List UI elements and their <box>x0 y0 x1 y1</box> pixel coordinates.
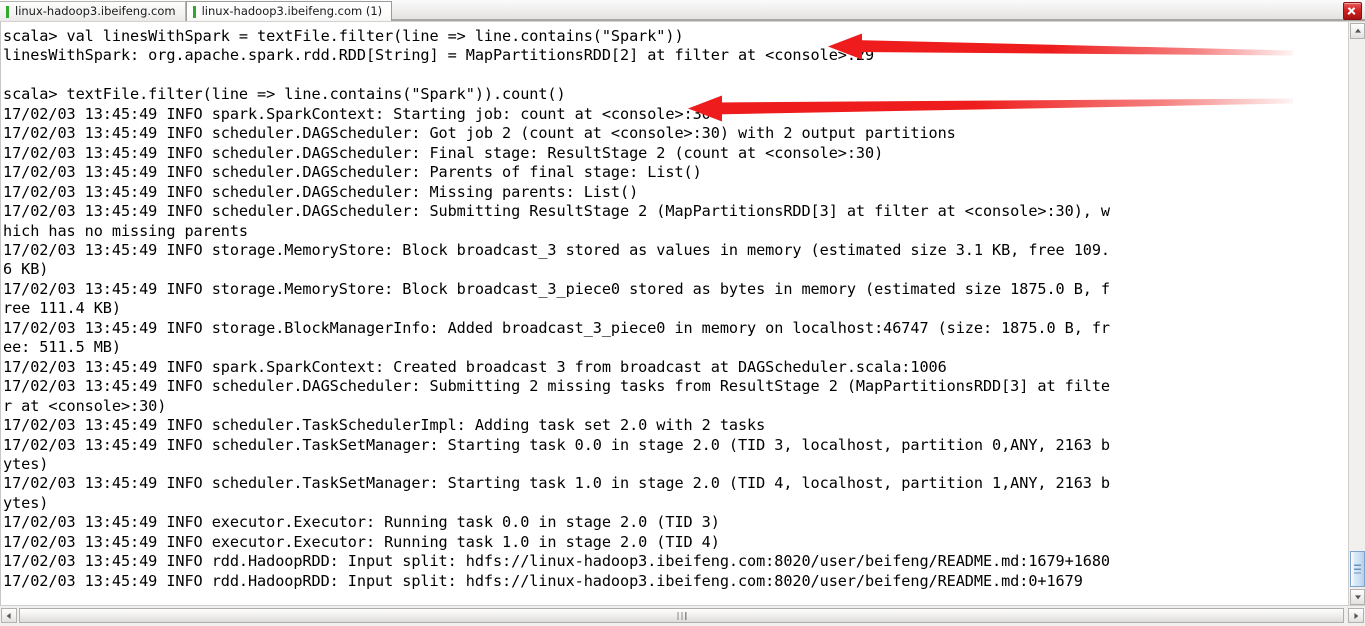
scroll-up-button[interactable] <box>1350 23 1365 39</box>
terminal-output-area[interactable]: scala> val linesWithSpark = textFile.fil… <box>0 22 1348 605</box>
chevron-left-icon <box>6 612 11 619</box>
tab-status-indicator-icon <box>6 5 9 18</box>
vertical-scrollbar-thumb[interactable] <box>1350 551 1365 587</box>
tab-label: linux-hadoop3.ibeifeng.com <box>15 3 176 18</box>
terminal-application-window: linux-hadoop3.ibeifeng.com linux-hadoop3… <box>0 0 1365 626</box>
chevron-down-icon <box>1354 595 1361 600</box>
tab-bar: linux-hadoop3.ibeifeng.com linux-hadoop3… <box>0 0 1365 21</box>
horizontal-scrollbar-thumb[interactable] <box>19 608 1344 623</box>
tab-label: linux-hadoop3.ibeifeng.com (1) <box>201 3 383 18</box>
terminal-left-border <box>0 22 1 605</box>
scrollbar-grip-icon <box>677 611 686 620</box>
scroll-down-button[interactable] <box>1350 589 1365 605</box>
horizontal-scrollbar[interactable] <box>0 605 1365 626</box>
tab-status-indicator-icon <box>192 5 196 18</box>
terminal-output-text: scala> val linesWithSpark = textFile.fil… <box>3 27 1110 590</box>
scrollbar-grip-icon <box>1354 564 1361 574</box>
tab-session-1[interactable]: linux-hadoop3.ibeifeng.com <box>0 1 186 21</box>
tab-bar-empty-area <box>392 0 1365 20</box>
chevron-right-icon <box>1354 612 1359 619</box>
terminal-frame: scala> val linesWithSpark = textFile.fil… <box>0 21 1365 606</box>
scroll-left-button[interactable] <box>1 608 17 623</box>
chevron-up-icon <box>1354 28 1361 33</box>
vertical-scrollbar[interactable] <box>1348 22 1365 606</box>
tab-session-2[interactable]: linux-hadoop3.ibeifeng.com (1) <box>185 1 393 21</box>
close-icon[interactable] <box>1343 2 1362 20</box>
scroll-right-button[interactable] <box>1348 608 1364 623</box>
